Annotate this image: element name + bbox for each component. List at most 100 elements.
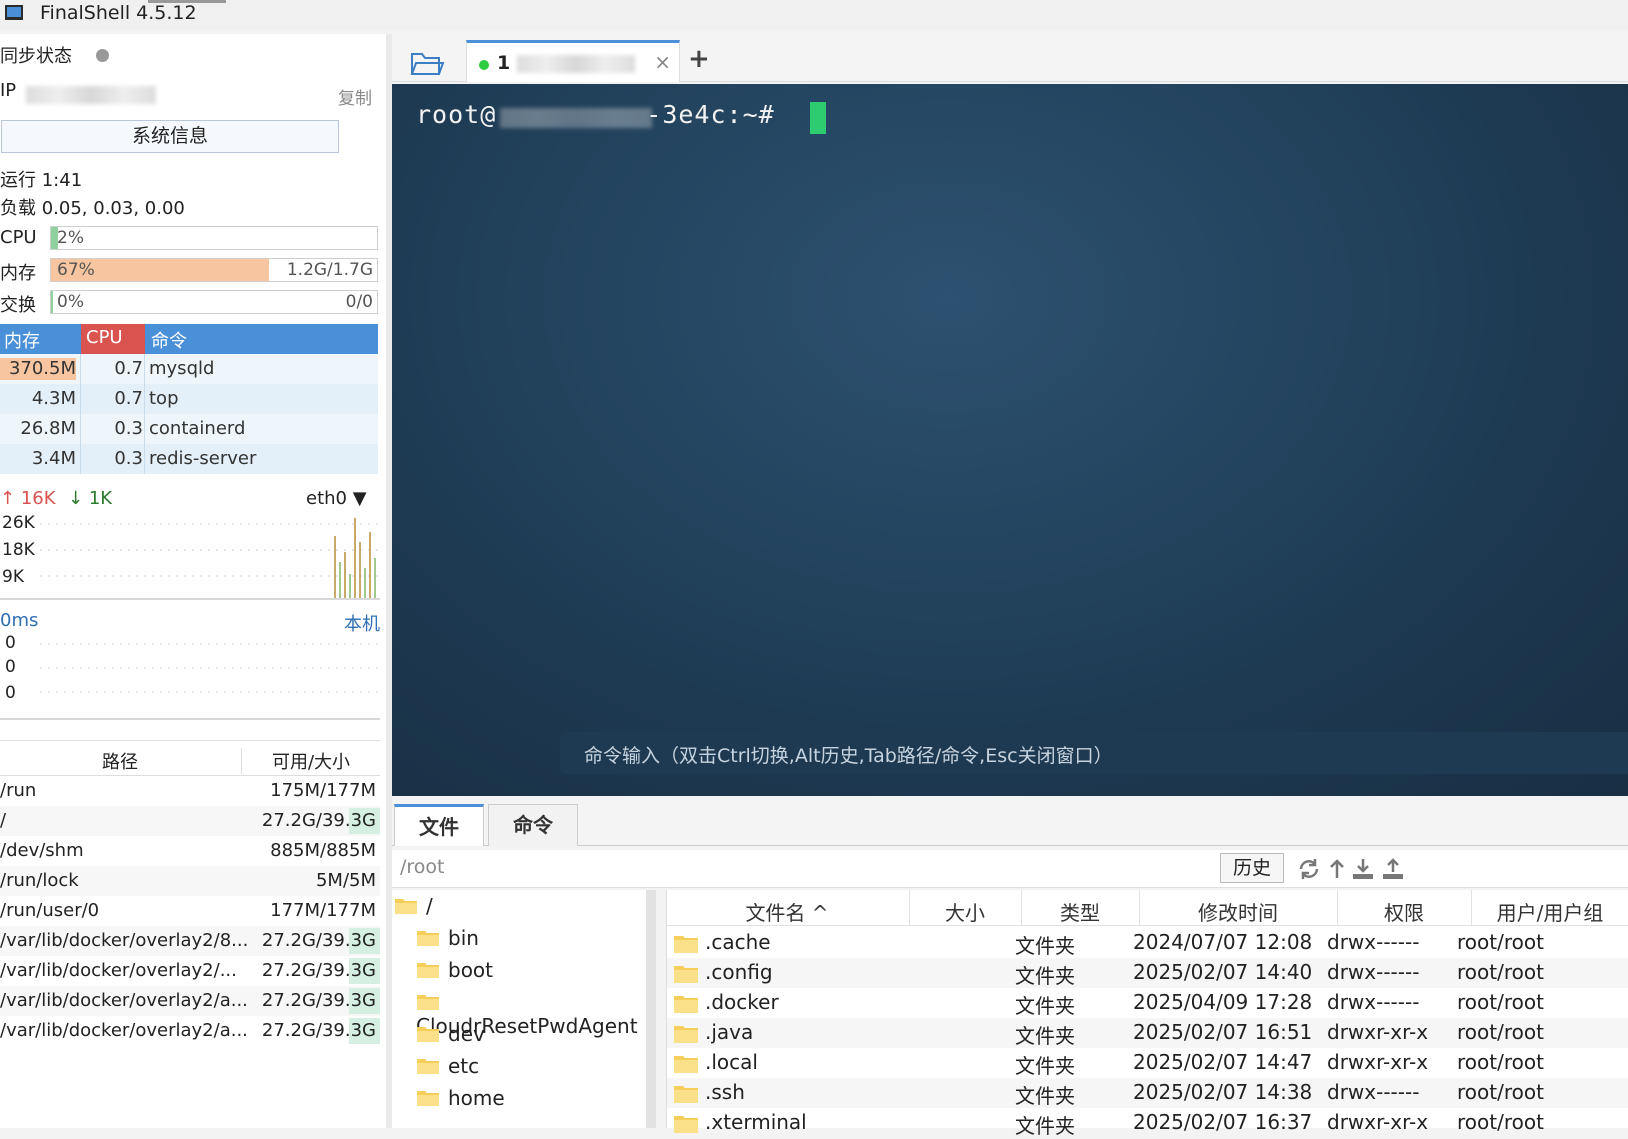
file-type: 文件夹 — [1015, 994, 1075, 1018]
col-permissions[interactable]: 权限 — [1337, 897, 1471, 926]
close-icon[interactable]: × — [654, 50, 671, 74]
process-row[interactable]: 370.5M 0.7 mysqld — [0, 354, 378, 384]
disk-row[interactable]: /var/lib/docker/overlay2/... 27.2G/39.3G — [0, 956, 380, 986]
process-row[interactable]: 3.4M 0.3 redis-server — [0, 444, 378, 474]
ping-latency: 0ms — [0, 610, 39, 631]
tree-folder[interactable]: etc — [416, 1054, 479, 1078]
file-row[interactable]: .xterminal 文件夹 2025/02/07 16:37 drwxr-xr-x r… — [667, 1108, 1628, 1138]
process-col-command[interactable]: 命令 — [145, 324, 378, 354]
disk-row[interactable]: /run/lock 5M/5M — [0, 866, 380, 896]
divider — [0, 718, 380, 720]
tab-files[interactable]: 文件 — [394, 804, 484, 846]
file-row[interactable]: .local 文件夹 2025/02/07 14:47 drwxr-xr-x root/… — [667, 1048, 1628, 1078]
file-row[interactable]: .docker 文件夹 2025/04/09 17:28 drwx------ root… — [667, 988, 1628, 1018]
file-permissions: drwxr-xr-x — [1327, 1020, 1429, 1044]
disk-col-size[interactable]: 可用/大小 — [241, 748, 380, 774]
process-command: containerd — [149, 418, 246, 439]
tree-root[interactable]: / — [394, 894, 433, 918]
ping-tick-3: 0 — [5, 683, 16, 703]
process-cpu: 0.7 — [114, 388, 143, 409]
disk-path: /var/lib/docker/overlay2/a... — [0, 990, 248, 1011]
folder-icon — [417, 1027, 439, 1042]
col-modified[interactable]: 修改时间 — [1139, 897, 1337, 926]
add-tab-icon[interactable]: + — [688, 44, 710, 74]
process-col-memory[interactable]: 内存 — [0, 324, 81, 354]
history-button[interactable]: 历史 — [1220, 853, 1284, 883]
bottom-tab-bar: 文件 命令 — [392, 800, 1628, 846]
folder-icon — [417, 995, 439, 1010]
terminal-view[interactable]: root@ -3e4c:~# 命令输入（双击Ctrl切换,Alt历史,Tab路径/… — [392, 84, 1628, 796]
disk-row[interactable]: / 27.2G/39.3G — [0, 806, 380, 836]
upload-icon[interactable] — [1380, 856, 1406, 882]
file-list-header: 文件名 ^ 大小 类型 修改时间 权限 用户/用户组 — [667, 890, 1628, 926]
file-row[interactable]: .java 文件夹 2025/02/07 16:51 drwxr-xr-x root/r… — [667, 1018, 1628, 1048]
net-interface-select[interactable]: eth0 ▼ — [306, 488, 367, 509]
file-type: 文件夹 — [1015, 1054, 1075, 1078]
process-command: mysqld — [149, 358, 215, 379]
disk-size: 27.2G/39.3G — [261, 1020, 376, 1041]
col-owner[interactable]: 用户/用户组 — [1471, 897, 1628, 926]
file-owner: root/root — [1457, 990, 1544, 1014]
tree-folder[interactable]: bin — [416, 926, 479, 950]
tree-folder-label: home — [448, 1086, 505, 1110]
open-folder-icon[interactable] — [392, 42, 460, 82]
session-tab-number: 1 — [497, 52, 511, 74]
disk-row[interactable]: /dev/shm 885M/885M — [0, 836, 380, 866]
current-path-input[interactable]: /root — [400, 856, 445, 878]
tree-scrollbar[interactable] — [646, 890, 656, 1128]
disk-size: 175M/177M — [270, 780, 376, 801]
download-icon[interactable] — [1350, 856, 1376, 882]
sync-status-indicator — [96, 49, 109, 62]
cell-separator — [144, 354, 145, 384]
process-col-cpu[interactable]: CPU — [81, 324, 145, 354]
file-modified: 2025/04/09 17:28 — [1133, 990, 1313, 1014]
swap-meter-amount: 0/0 — [345, 292, 373, 312]
file-name: .local — [705, 1050, 758, 1074]
command-input-bar[interactable]: 命令输入（双击Ctrl切换,Alt历史,Tab路径/命令,Esc关闭窗口） — [560, 732, 1628, 774]
process-row[interactable]: 26.8M 0.3 containerd — [0, 414, 378, 444]
disk-row[interactable]: /var/lib/docker/overlay2/a... 27.2G/39.3G — [0, 986, 380, 1016]
disk-path: /dev/shm — [0, 840, 84, 861]
disk-row[interactable]: /run 175M/177M — [0, 776, 380, 806]
file-permissions: drwxr-xr-x — [1327, 1110, 1429, 1134]
disk-row[interactable]: /var/lib/docker/overlay2/8... 27.2G/39.3G — [0, 926, 380, 956]
parent-directory-icon[interactable] — [1324, 856, 1350, 882]
file-row[interactable]: .ssh 文件夹 2025/02/07 14:38 drwx------ root/ro… — [667, 1078, 1628, 1108]
copy-ip-link[interactable]: 复制 — [338, 84, 372, 109]
process-command: redis-server — [149, 448, 257, 469]
disk-row[interactable]: /run/user/0 177M/177M — [0, 896, 380, 926]
tree-folder[interactable]: dev — [416, 1022, 485, 1046]
cell-separator — [144, 384, 145, 414]
folder-icon — [417, 1091, 439, 1106]
process-row[interactable]: 4.3M 0.7 top — [0, 384, 378, 414]
swap-meter-fill — [51, 291, 53, 313]
terminal-cursor — [810, 102, 826, 134]
tree-folder-label: boot — [448, 958, 494, 982]
ping-latency-chart: 0 0 0 — [5, 633, 378, 703]
title-bar: FinalShell 4.5.12 — [0, 0, 1628, 30]
refresh-icon[interactable] — [1296, 856, 1322, 882]
file-row[interactable]: .cache 文件夹 2024/07/07 12:08 drwx------ root/… — [667, 928, 1628, 958]
file-permissions: drwx------ — [1327, 990, 1420, 1014]
sync-status-label: 同步状态 — [0, 46, 72, 67]
disk-row[interactable]: /var/lib/docker/overlay2/a... 27.2G/39.3G — [0, 1016, 380, 1046]
prompt-suffix: -3e4c:~# — [646, 100, 775, 129]
file-modified: 2025/02/07 16:37 — [1133, 1110, 1313, 1134]
memory-meter: 67% 1.2G/1.7G — [50, 258, 378, 282]
session-tab[interactable]: 1 × — [466, 40, 680, 82]
folder-icon — [674, 1026, 698, 1043]
system-info-button[interactable]: 系统信息 — [1, 120, 339, 153]
process-command: top — [149, 388, 179, 409]
tree-folder[interactable]: boot — [416, 958, 493, 982]
col-type[interactable]: 类型 — [1021, 897, 1139, 926]
tab-commands[interactable]: 命令 — [488, 804, 578, 846]
file-row[interactable]: .config 文件夹 2025/02/07 14:40 drwx------ root… — [667, 958, 1628, 988]
cpu-meter: 2% — [50, 226, 378, 250]
col-filename[interactable]: 文件名 ^ — [667, 897, 907, 926]
disk-col-path[interactable]: 路径 — [0, 748, 240, 774]
cpu-meter-label: CPU — [0, 227, 37, 248]
directory-tree: / bin boot CloudrResetPwdAgent dev etc home — [392, 890, 656, 1128]
folder-icon — [674, 1116, 698, 1133]
tree-folder[interactable]: home — [416, 1086, 505, 1110]
col-size[interactable]: 大小 — [909, 897, 1021, 926]
